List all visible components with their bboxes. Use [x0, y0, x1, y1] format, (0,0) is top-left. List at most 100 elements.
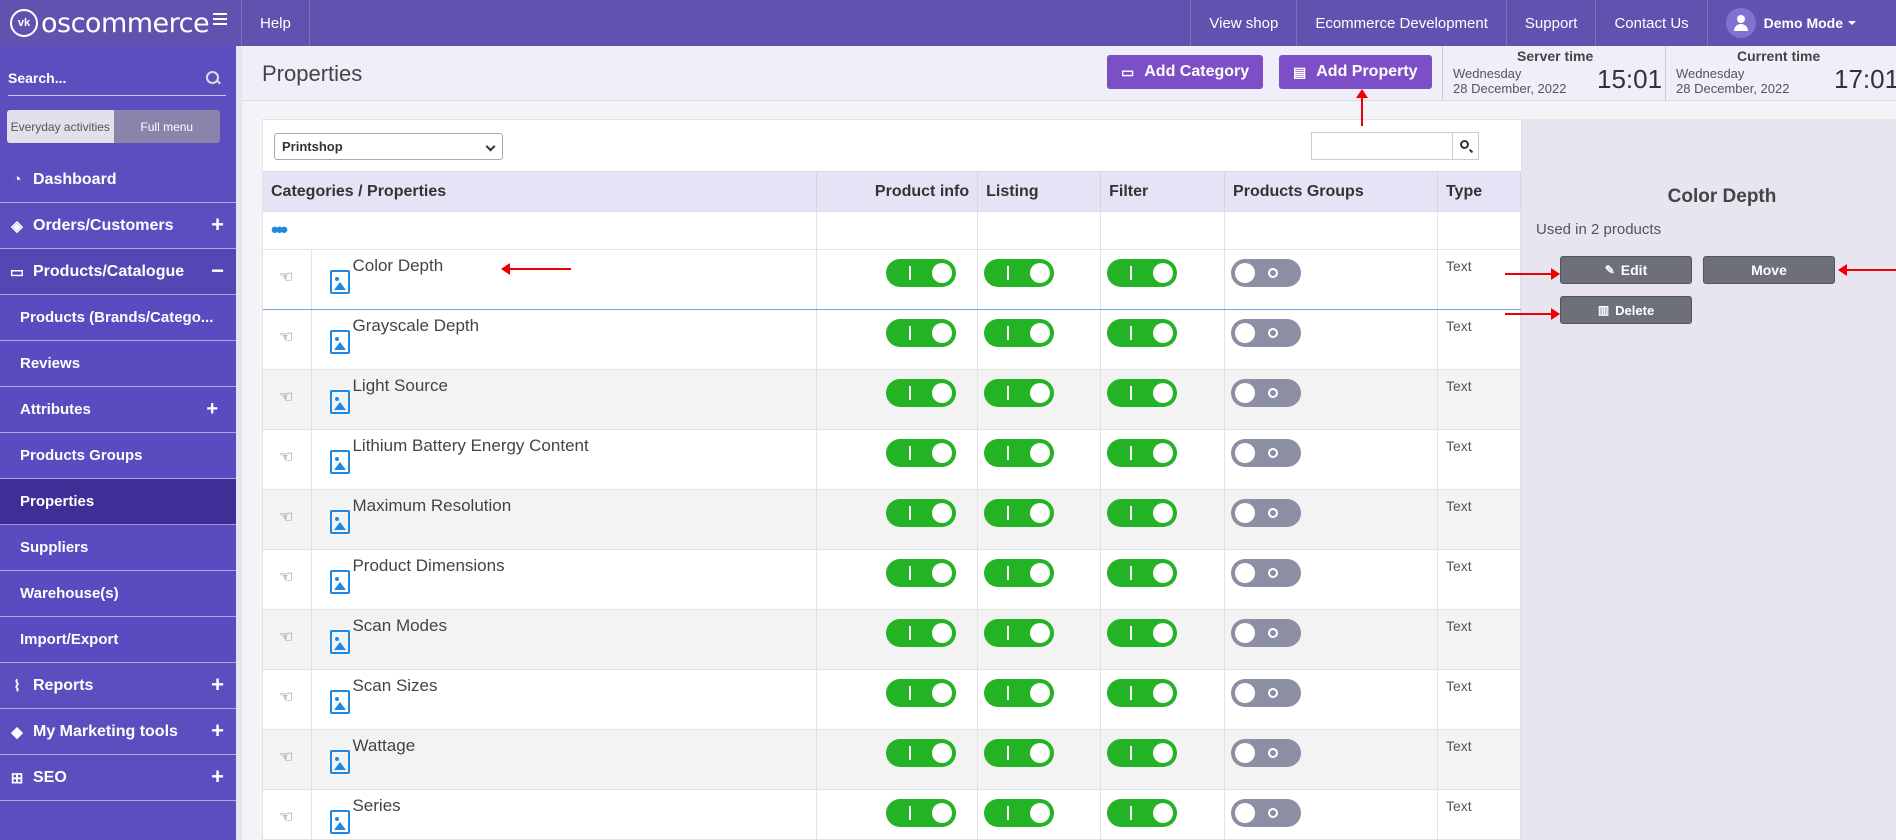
table-search-input[interactable]	[1311, 132, 1453, 160]
filter-toggle[interactable]	[1107, 559, 1178, 587]
table-row[interactable]: ☜ Scan Modes Text	[263, 609, 1522, 670]
property-name[interactable]: Maximum Resolution	[352, 496, 511, 516]
table-row[interactable]: ☜ Light Source Text	[263, 369, 1522, 430]
edit-button[interactable]: ✎ Edit	[1560, 256, 1692, 284]
product-info-toggle[interactable]	[886, 439, 957, 467]
products-groups-toggle[interactable]	[1231, 379, 1302, 407]
property-name[interactable]: Color Depth	[352, 256, 443, 276]
property-name[interactable]: Product Dimensions	[352, 556, 504, 576]
property-name[interactable]: Series	[352, 796, 400, 816]
expand-icon[interactable]: +	[211, 720, 224, 742]
property-name[interactable]: Scan Sizes	[352, 676, 437, 696]
sidebar-resize-handle[interactable]	[236, 46, 242, 840]
products-groups-toggle[interactable]	[1231, 319, 1302, 347]
menu-toggle-icon[interactable]	[213, 13, 227, 25]
sidebar-item-orders-customers[interactable]: ◈ Orders/Customers +	[0, 203, 236, 249]
product-info-toggle[interactable]	[886, 499, 957, 527]
expand-icon[interactable]: +	[211, 674, 224, 696]
sidebar-subitem-products[interactable]: Products (Brands/Catego...	[0, 295, 236, 341]
table-row[interactable]: ☜ Series Text	[263, 789, 1522, 840]
sidebar-search[interactable]: Search...	[8, 60, 226, 96]
listing-toggle[interactable]	[984, 499, 1055, 527]
filter-toggle[interactable]	[1107, 499, 1178, 527]
property-name[interactable]: Light Source	[352, 376, 447, 396]
sidebar-subitem-import-export[interactable]: Import/Export	[0, 617, 236, 663]
expand-icon[interactable]: +	[211, 214, 224, 236]
collapse-icon[interactable]: −	[211, 260, 224, 282]
product-info-toggle[interactable]	[886, 259, 957, 287]
expand-icon[interactable]: +	[206, 399, 218, 419]
products-groups-toggle[interactable]	[1231, 619, 1302, 647]
product-info-toggle[interactable]	[886, 379, 957, 407]
filter-toggle[interactable]	[1107, 679, 1178, 707]
products-groups-toggle[interactable]	[1231, 439, 1302, 467]
table-row[interactable]: ☜ Color Depth Text	[263, 249, 1522, 310]
sidebar-item-products-catalogue[interactable]: ▭ Products/Catalogue −	[0, 249, 236, 295]
products-groups-toggle[interactable]	[1231, 799, 1302, 827]
property-name[interactable]: Wattage	[352, 736, 415, 756]
table-search-button[interactable]	[1453, 132, 1479, 160]
drag-handle-icon[interactable]: ☜	[279, 447, 293, 467]
products-groups-toggle[interactable]	[1231, 259, 1302, 287]
table-row[interactable]: ☜ Wattage Text	[263, 729, 1522, 790]
help-link[interactable]: Help	[242, 0, 310, 46]
table-row[interactable]: ☜ Product Dimensions Text	[263, 549, 1522, 610]
drag-handle-icon[interactable]: ☜	[279, 747, 293, 767]
product-info-toggle[interactable]	[886, 739, 957, 767]
property-name[interactable]: Grayscale Depth	[352, 316, 479, 336]
sidebar-subitem-attributes[interactable]: Attributes +	[0, 387, 236, 433]
filter-toggle[interactable]	[1107, 319, 1178, 347]
drag-handle-icon[interactable]: ☜	[279, 807, 293, 827]
table-row[interactable]: ☜ Scan Sizes Text	[263, 669, 1522, 730]
products-groups-toggle[interactable]	[1231, 739, 1302, 767]
add-property-button[interactable]: ▤ Add Property	[1279, 55, 1432, 89]
sidebar-item-reports[interactable]: ⌇ Reports +	[0, 663, 236, 709]
ecommerce-development-link[interactable]: Ecommerce Development	[1297, 0, 1507, 46]
listing-toggle[interactable]	[984, 319, 1055, 347]
sidebar-subitem-reviews[interactable]: Reviews	[0, 341, 236, 387]
listing-toggle[interactable]	[984, 439, 1055, 467]
listing-toggle[interactable]	[984, 259, 1055, 287]
parent-row[interactable]: •••	[263, 211, 1522, 250]
products-groups-toggle[interactable]	[1231, 559, 1302, 587]
add-category-button[interactable]: ▭ Add Category	[1107, 55, 1264, 89]
product-info-toggle[interactable]	[886, 559, 957, 587]
filter-toggle[interactable]	[1107, 439, 1178, 467]
filter-toggle[interactable]	[1107, 739, 1178, 767]
logo[interactable]: vk oscommerce	[0, 0, 242, 46]
sidebar-subitem-properties[interactable]: Properties	[0, 479, 236, 525]
listing-toggle[interactable]	[984, 379, 1055, 407]
sidebar-item-dashboard[interactable]: ◔ Dashboard	[0, 157, 236, 203]
sidebar-subitem-suppliers[interactable]: Suppliers	[0, 525, 236, 571]
filter-toggle[interactable]	[1107, 259, 1178, 287]
table-row[interactable]: ☜ Maximum Resolution Text	[263, 489, 1522, 550]
property-name[interactable]: Lithium Battery Energy Content	[352, 436, 588, 456]
listing-toggle[interactable]	[984, 619, 1055, 647]
listing-toggle[interactable]	[984, 679, 1055, 707]
property-name[interactable]: Scan Modes	[352, 616, 447, 636]
sidebar-item-marketing[interactable]: ◆ My Marketing tools +	[0, 709, 236, 755]
product-info-toggle[interactable]	[886, 319, 957, 347]
filter-toggle[interactable]	[1107, 379, 1178, 407]
products-groups-toggle[interactable]	[1231, 679, 1302, 707]
contact-us-link[interactable]: Contact Us	[1596, 0, 1708, 46]
filter-toggle[interactable]	[1107, 619, 1178, 647]
drag-handle-icon[interactable]: ☜	[279, 687, 293, 707]
view-shop-link[interactable]: View shop	[1190, 0, 1298, 46]
drag-handle-icon[interactable]: ☜	[279, 387, 293, 407]
move-button[interactable]: Move	[1703, 256, 1835, 284]
listing-toggle[interactable]	[984, 739, 1055, 767]
everyday-activities-button[interactable]: Everyday activities	[7, 110, 114, 143]
drag-handle-icon[interactable]: ☜	[279, 627, 293, 647]
listing-toggle[interactable]	[984, 559, 1055, 587]
drag-handle-icon[interactable]: ☜	[279, 507, 293, 527]
products-groups-toggle[interactable]	[1231, 499, 1302, 527]
product-info-toggle[interactable]	[886, 619, 957, 647]
sidebar-item-seo[interactable]: ⊞ SEO +	[0, 755, 236, 801]
search-input[interactable]: Search...	[8, 70, 66, 86]
product-info-toggle[interactable]	[886, 799, 957, 827]
listing-toggle[interactable]	[984, 799, 1055, 827]
sidebar-subitem-warehouses[interactable]: Warehouse(s)	[0, 571, 236, 617]
table-row[interactable]: ☜ Lithium Battery Energy Content Text	[263, 429, 1522, 490]
support-link[interactable]: Support	[1507, 0, 1597, 46]
